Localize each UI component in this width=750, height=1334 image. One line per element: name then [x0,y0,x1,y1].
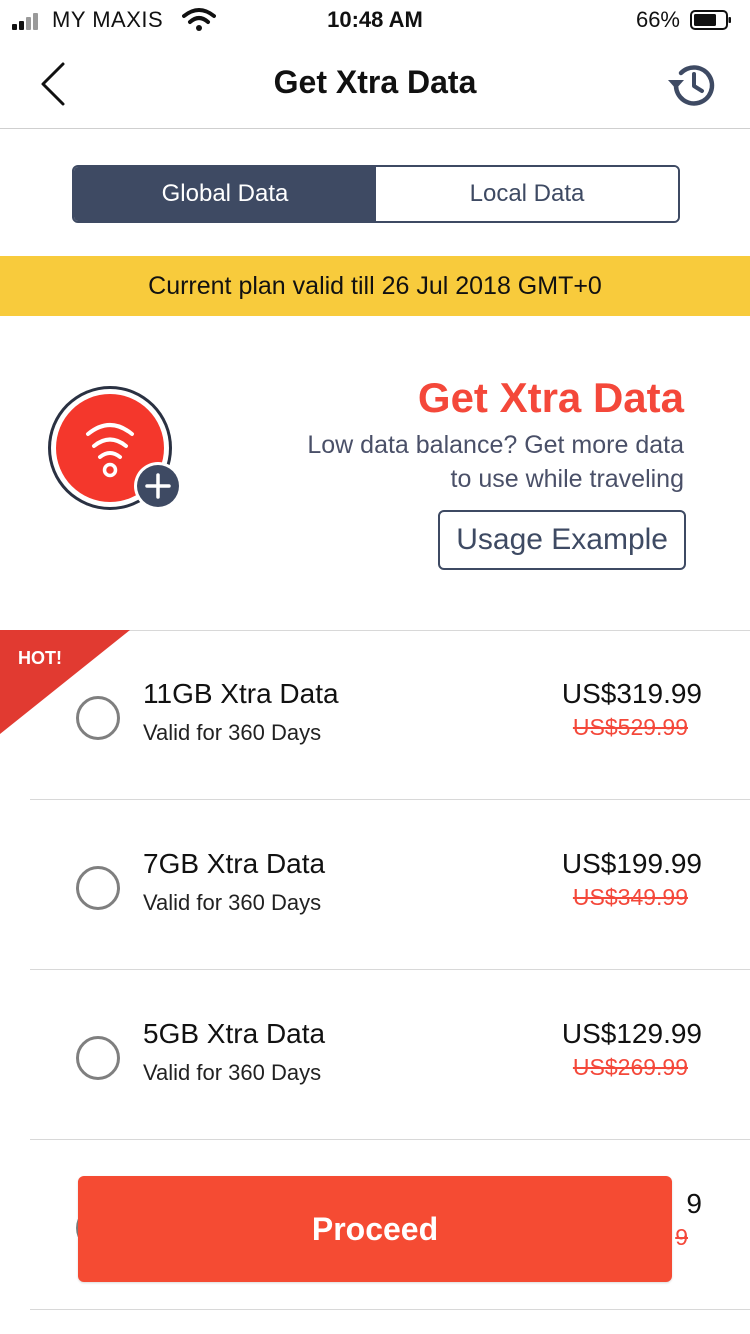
plan-validity-banner: Current plan valid till 26 Jul 2018 GMT+… [0,256,750,316]
promo-title: Get Xtra Data [417,374,684,421]
usage-example-button[interactable]: Usage Example [438,510,686,570]
tab-local-data[interactable]: Local Data [376,167,678,221]
hot-badge-label: HOT! [18,648,62,668]
divider [30,1309,750,1310]
promo-description-line: Low data balance? Get more data [307,431,684,459]
history-button[interactable] [664,58,720,110]
plan-option-5gb[interactable]: 5GB Xtra Data Valid for 360 Days US$129.… [0,970,750,1140]
radio-button[interactable] [76,1036,120,1080]
plan-name: 5GB Xtra Data [143,1018,326,1049]
battery-icon [690,10,731,30]
plan-validity: Valid for 360 Days [143,1060,322,1085]
plan-price: 9 [686,1188,702,1219]
hot-ribbon [0,630,130,734]
plan-name: 11GB Xtra Data [143,678,339,709]
page-title: Get Xtra Data [273,64,477,100]
promo-description: Low data balance? Get more data to use w… [224,428,684,496]
plan-option-7gb[interactable]: 7GB Xtra Data Valid for 360 Days US$199.… [0,800,750,970]
plan-validity: Valid for 360 Days [143,890,322,915]
plan-price: US$319.99 [561,678,702,709]
history-icon [668,65,715,106]
nav-bar: Get Xtra Data [0,40,750,129]
plan-old-price: US$349.99 [572,884,688,910]
proceed-button[interactable]: Proceed [78,1176,672,1282]
plan-price: US$199.99 [561,848,702,879]
data-type-tabs: Global Data Local Data [72,165,680,223]
radio-button[interactable] [76,866,120,910]
tab-global-data[interactable]: Global Data [74,167,376,221]
plan-name: 7GB Xtra Data [143,848,326,879]
wifi-plus-icon [48,386,182,510]
promo-description-line: to use while traveling [450,465,684,493]
plan-old-price: US$269.99 [572,1054,688,1080]
plan-old-price: 9 [675,1224,688,1250]
battery-percent: 66% [635,7,680,32]
plan-price: US$129.99 [561,1018,702,1049]
status-bar: MY MAXIS 10:48 AM 66% [0,0,750,40]
plan-old-price: US$529.99 [572,714,688,740]
plan-validity: Valid for 360 Days [143,720,322,745]
